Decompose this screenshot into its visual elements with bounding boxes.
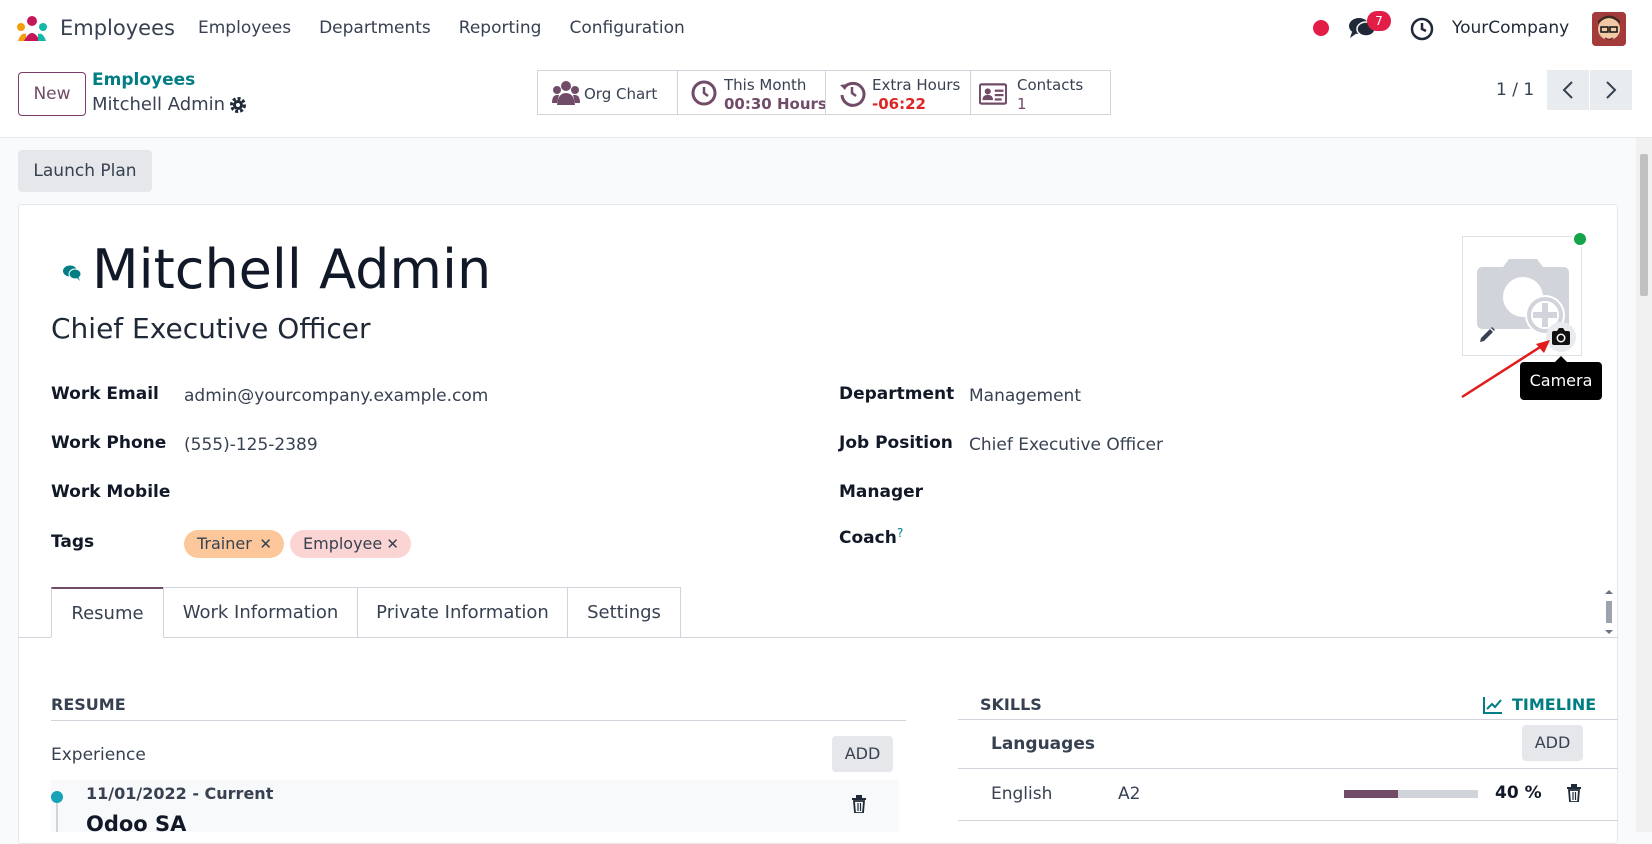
skill-row-divider <box>958 820 1618 821</box>
tab-settings[interactable]: Settings <box>567 587 681 638</box>
tag-label: Employee <box>303 534 383 553</box>
field-value-manager[interactable] <box>969 484 1469 506</box>
smart-button-label: Extra Hours <box>872 76 961 94</box>
smart-button-label: Contacts <box>1017 76 1084 94</box>
skills-section-title: SKILLS <box>980 695 1042 714</box>
field-label-manager: Manager <box>839 482 924 502</box>
contact-card-icon <box>979 83 1007 105</box>
trash-icon[interactable] <box>1566 784 1582 802</box>
top-menu: Employees Departments Reporting Configur… <box>198 18 713 38</box>
resume-section-title: RESUME <box>51 695 126 714</box>
employee-job-title[interactable]: Chief Executive Officer <box>51 312 371 345</box>
page-scrollbar[interactable] <box>1636 138 1652 832</box>
red-arrow-annotation <box>1461 340 1550 399</box>
field-value-work-email[interactable]: admin@yourcompany.example.com <box>184 386 488 406</box>
trash-icon[interactable] <box>851 795 867 813</box>
field-label-work-phone: Work Phone <box>51 433 167 453</box>
field-value-coach[interactable] <box>969 530 1469 552</box>
tab-private-information[interactable]: Private Information <box>357 587 568 638</box>
smart-button-value: 00:30 Hours <box>724 95 827 113</box>
help-tooltip-icon[interactable]: ? <box>897 526 903 540</box>
pager-value[interactable]: 1 / 1 <box>1496 80 1534 100</box>
field-value-department[interactable]: Management <box>969 386 1081 406</box>
resume-line-date: 11/01/2022 - Current <box>86 784 274 803</box>
smart-button-extra-hours[interactable]: Extra Hours -06:22 <box>825 70 971 115</box>
field-label-job-position: Job Position <box>839 433 953 453</box>
app-name[interactable]: Employees <box>60 16 175 40</box>
tag-trainer: Trainer ✕ <box>184 530 284 558</box>
resume-add-button[interactable]: ADD <box>832 736 893 772</box>
field-label-work-mobile: Work Mobile <box>51 482 171 502</box>
control-panel: New Employees Mitchell Admin Org Chart T… <box>0 58 1652 138</box>
top-navbar: Employees Employees Departments Reportin… <box>0 0 1652 58</box>
activity-clock-icon[interactable] <box>1410 17 1434 41</box>
org-chart-icon <box>552 81 580 105</box>
smart-button-label: This Month <box>724 76 807 94</box>
tag-label: Trainer <box>197 534 252 553</box>
menu-configuration[interactable]: Configuration <box>569 18 684 38</box>
field-label-coach: Coach <box>839 528 897 548</box>
field-label-tags: Tags <box>51 532 95 552</box>
resume-line-company: Odoo SA <box>86 812 187 836</box>
tag-remove-icon[interactable]: ✕ <box>386 530 399 558</box>
skill-group-languages: Languages <box>991 734 1095 754</box>
messages-badge: 7 <box>1367 11 1391 31</box>
user-avatar-icon <box>1592 12 1626 46</box>
tab-work-information[interactable]: Work Information <box>163 587 358 638</box>
chevron-left-icon <box>1562 81 1573 99</box>
pager-previous-button[interactable] <box>1547 70 1589 110</box>
menu-departments[interactable]: Departments <box>319 18 431 38</box>
pager-next-button[interactable] <box>1590 70 1632 110</box>
skill-progress-label: 40 % <box>1495 783 1542 803</box>
menu-reporting[interactable]: Reporting <box>459 18 542 38</box>
skill-progress-bar <box>1344 790 1478 798</box>
clock-icon <box>691 80 717 106</box>
smart-button-value: 1 <box>1017 95 1027 113</box>
experience-heading: Experience <box>51 745 146 765</box>
line-chart-icon[interactable] <box>1483 696 1503 714</box>
presence-online-icon <box>1572 231 1588 247</box>
skill-name: English <box>991 784 1053 804</box>
timeline-link[interactable]: TIMELINE <box>1512 695 1596 714</box>
user-avatar[interactable] <box>1592 12 1626 46</box>
launch-plan-button[interactable]: Launch Plan <box>18 150 152 192</box>
tab-resume[interactable]: Resume <box>51 587 164 638</box>
tag-remove-icon[interactable]: ✕ <box>259 530 272 558</box>
timeline-line <box>56 803 58 832</box>
field-value-work-mobile[interactable] <box>184 484 684 506</box>
employee-name[interactable]: Mitchell Admin <box>92 238 491 301</box>
breadcrumb-current: Mitchell Admin <box>92 94 226 115</box>
skills-add-button[interactable]: ADD <box>1522 725 1583 761</box>
skill-row-divider <box>958 768 1618 769</box>
field-label-department: Department <box>839 384 955 404</box>
smart-button-org-chart[interactable]: Org Chart <box>537 70 678 115</box>
smart-button-value: -06:22 <box>872 95 926 113</box>
smart-button-this-month[interactable]: This Month 00:30 Hours <box>677 70 827 115</box>
notebook-tabs: Resume Work Information Private Informat… <box>51 587 681 638</box>
chat-icon[interactable] <box>62 264 82 282</box>
tag-employee: Employee ✕ <box>290 530 411 558</box>
smart-button-label: Org Chart <box>584 85 658 103</box>
skill-level: A2 <box>1118 784 1141 804</box>
skill-progress-fill <box>1344 790 1398 798</box>
smart-button-contacts[interactable]: Contacts 1 <box>970 70 1111 115</box>
breadcrumb-parent[interactable]: Employees <box>92 70 195 90</box>
gear-icon[interactable] <box>228 95 248 115</box>
company-switcher[interactable]: YourCompany <box>1452 18 1569 38</box>
field-value-job-position[interactable]: Chief Executive Officer <box>969 435 1163 455</box>
tabs-scroll-icon[interactable] <box>1602 588 1616 636</box>
resume-divider <box>51 720 906 721</box>
menu-employees[interactable]: Employees <box>198 18 291 38</box>
field-value-work-phone[interactable]: (555)-125-2389 <box>184 435 318 455</box>
recording-indicator-icon[interactable] <box>1313 20 1329 36</box>
chevron-right-icon <box>1606 81 1617 99</box>
timeline-bullet-icon <box>51 791 63 803</box>
skills-divider <box>958 719 1618 720</box>
app-logo-icon[interactable] <box>14 15 50 43</box>
new-button[interactable]: New <box>18 72 86 116</box>
history-icon <box>840 81 866 107</box>
field-label-work-email: Work Email <box>51 384 159 404</box>
scrollbar-thumb[interactable] <box>1640 154 1648 296</box>
